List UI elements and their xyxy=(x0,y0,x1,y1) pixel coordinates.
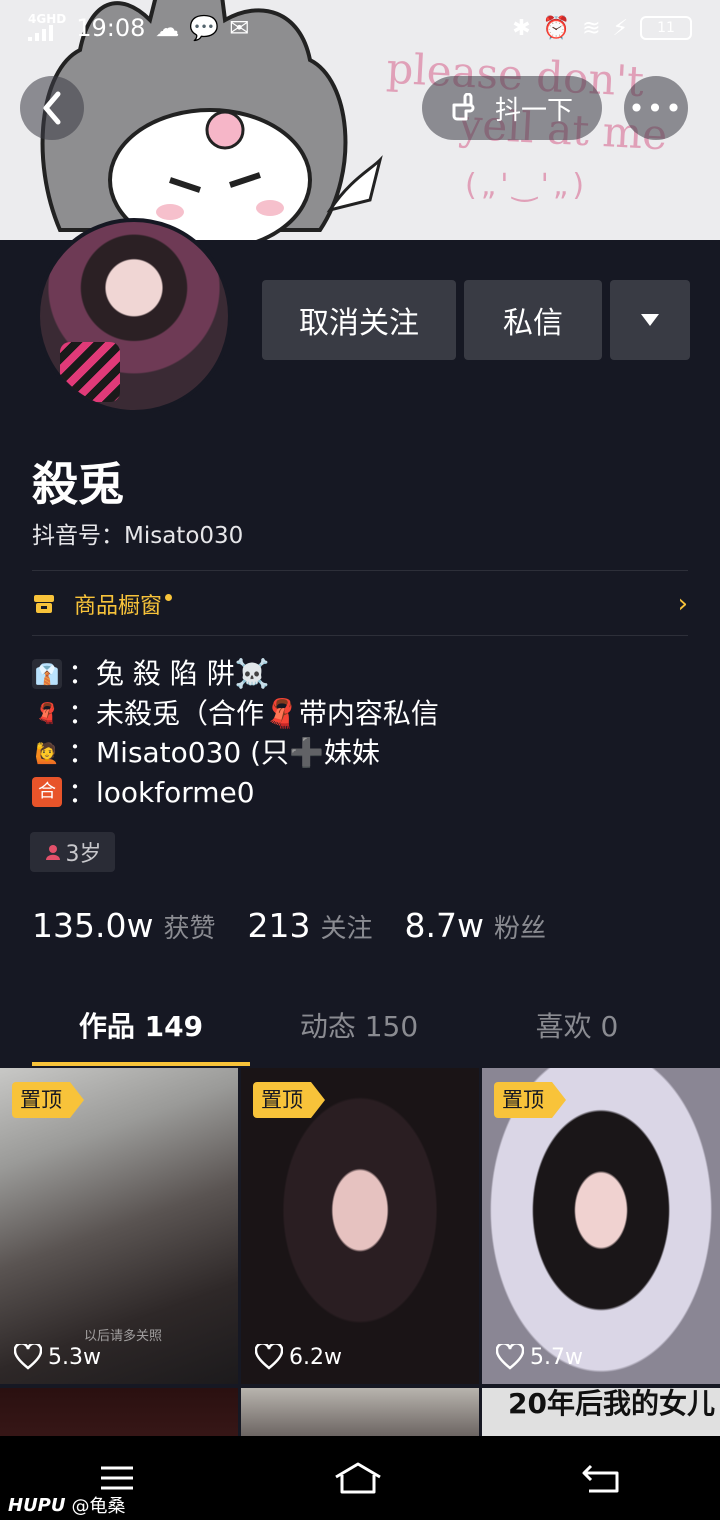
shake-button[interactable]: 抖一下 xyxy=(422,76,602,140)
video-likes: 5.7w xyxy=(496,1344,583,1370)
following-count[interactable]: 213 xyxy=(247,906,310,945)
tab-works[interactable]: 作品 149 xyxy=(32,990,250,1066)
pinned-badge: 置顶 xyxy=(494,1082,566,1118)
content-tabs: 作品 149 动态 150 喜欢 0 xyxy=(0,990,720,1066)
more-dots-icon: ••• xyxy=(628,91,684,125)
video-caption: 以后请多关照 xyxy=(84,1329,163,1344)
clock: 19:08 xyxy=(76,14,146,42)
mail-icon: ✉ xyxy=(229,14,250,42)
signal-icon xyxy=(28,25,53,41)
followers-label: 粉丝 xyxy=(493,914,546,944)
scarf-icon: 🧣 xyxy=(34,701,60,726)
home-icon[interactable] xyxy=(334,1461,382,1495)
charging-icon: ⚡ xyxy=(612,15,628,41)
unfollow-button[interactable]: 取消关注 xyxy=(262,280,456,360)
profile-bio: 👔 ：兔 殺 陷 阱☠️ 🧣 ：未殺兎（合作🧣带内容私信 🙋 ：Misato03… xyxy=(32,654,439,812)
tab-likes[interactable]: 喜欢 0 xyxy=(468,990,686,1066)
more-options-button[interactable]: ••• xyxy=(624,76,688,140)
following-label: 关注 xyxy=(320,914,373,944)
back-button[interactable] xyxy=(20,76,84,140)
shake-label: 抖一下 xyxy=(494,95,573,126)
bio-line: 合 ：lookforme0 xyxy=(32,773,439,813)
profile-name: 殺兎 xyxy=(32,457,124,511)
heart-icon xyxy=(14,1344,42,1370)
watermark: HUPU @龟桑 xyxy=(8,1494,126,1518)
age-badge: 3岁 xyxy=(30,832,115,872)
douyin-id[interactable]: 抖音号：Misato030 xyxy=(32,516,243,550)
network-indicator: 4GHD xyxy=(28,13,66,43)
bio-line: 🧣 ：未殺兎（合作🧣带内容私信 xyxy=(32,694,439,734)
chevron-right-icon: › xyxy=(677,589,688,619)
back-nav-icon[interactable] xyxy=(581,1462,621,1494)
tab-moments[interactable]: 动态 150 xyxy=(250,990,468,1066)
shop-window-link[interactable]: 商品橱窗 › xyxy=(32,586,688,622)
heart-icon xyxy=(255,1344,283,1370)
pinned-badge: 置顶 xyxy=(253,1082,325,1118)
profile-stats: 135.0w 获赞 213 关注 8.7w 粉丝 xyxy=(32,906,568,945)
recommend-dropdown-button[interactable] xyxy=(610,280,690,360)
cloud-icon: ☁ xyxy=(155,14,180,42)
video-likes: 5.3w xyxy=(14,1344,101,1370)
followers-count[interactable]: 8.7w xyxy=(405,906,484,945)
he-icon: 合 xyxy=(32,777,62,808)
avatar[interactable] xyxy=(36,218,232,414)
likes-count[interactable]: 135.0w xyxy=(32,906,153,945)
video-thumbnail[interactable]: 置顶 5.7w xyxy=(482,1068,720,1384)
new-dot xyxy=(165,593,173,601)
female-icon xyxy=(45,845,60,860)
person-icon: 🙋 xyxy=(34,740,60,765)
pinned-badge: 置顶 xyxy=(12,1082,84,1118)
triangle-down-icon xyxy=(641,314,659,326)
chevron-left-icon xyxy=(43,91,61,125)
shop-icon xyxy=(34,595,54,613)
chat-icon: 💬 xyxy=(189,14,220,42)
shop-label: 商品橱窗 xyxy=(74,594,163,619)
battery-indicator: 11 xyxy=(640,16,692,40)
wifi-icon: ≋ xyxy=(582,15,601,41)
hand-point-icon xyxy=(452,93,475,121)
video-thumbnail[interactable]: 置顶 6.2w xyxy=(241,1068,479,1384)
banner-face-text: („'‿'„) xyxy=(465,168,589,203)
bio-line: 👔 ：兔 殺 陷 阱☠️ xyxy=(32,654,439,694)
menu-icon[interactable] xyxy=(99,1464,135,1492)
video-thumbnail[interactable]: 置顶 以后请多关照 5.3w xyxy=(0,1068,238,1384)
bio-line: 🙋 ：Misato030 (只➕妹妹 xyxy=(32,733,439,773)
likes-label: 获赞 xyxy=(163,914,216,944)
tie-icon: 👔 xyxy=(32,658,62,689)
video-overlay-text: 20年后我的女儿 xyxy=(508,1388,715,1420)
divider xyxy=(32,635,688,636)
bluetooth-icon: ✱ xyxy=(512,15,531,41)
divider xyxy=(32,570,688,571)
heart-icon xyxy=(496,1344,524,1370)
message-button[interactable]: 私信 xyxy=(464,280,602,360)
status-bar: 4GHD 19:08 ☁ 💬 ✉ ✱ ⏰ ≋ ⚡ 11 xyxy=(0,0,720,56)
alarm-icon: ⏰ xyxy=(542,15,571,41)
video-likes: 6.2w xyxy=(255,1344,342,1370)
